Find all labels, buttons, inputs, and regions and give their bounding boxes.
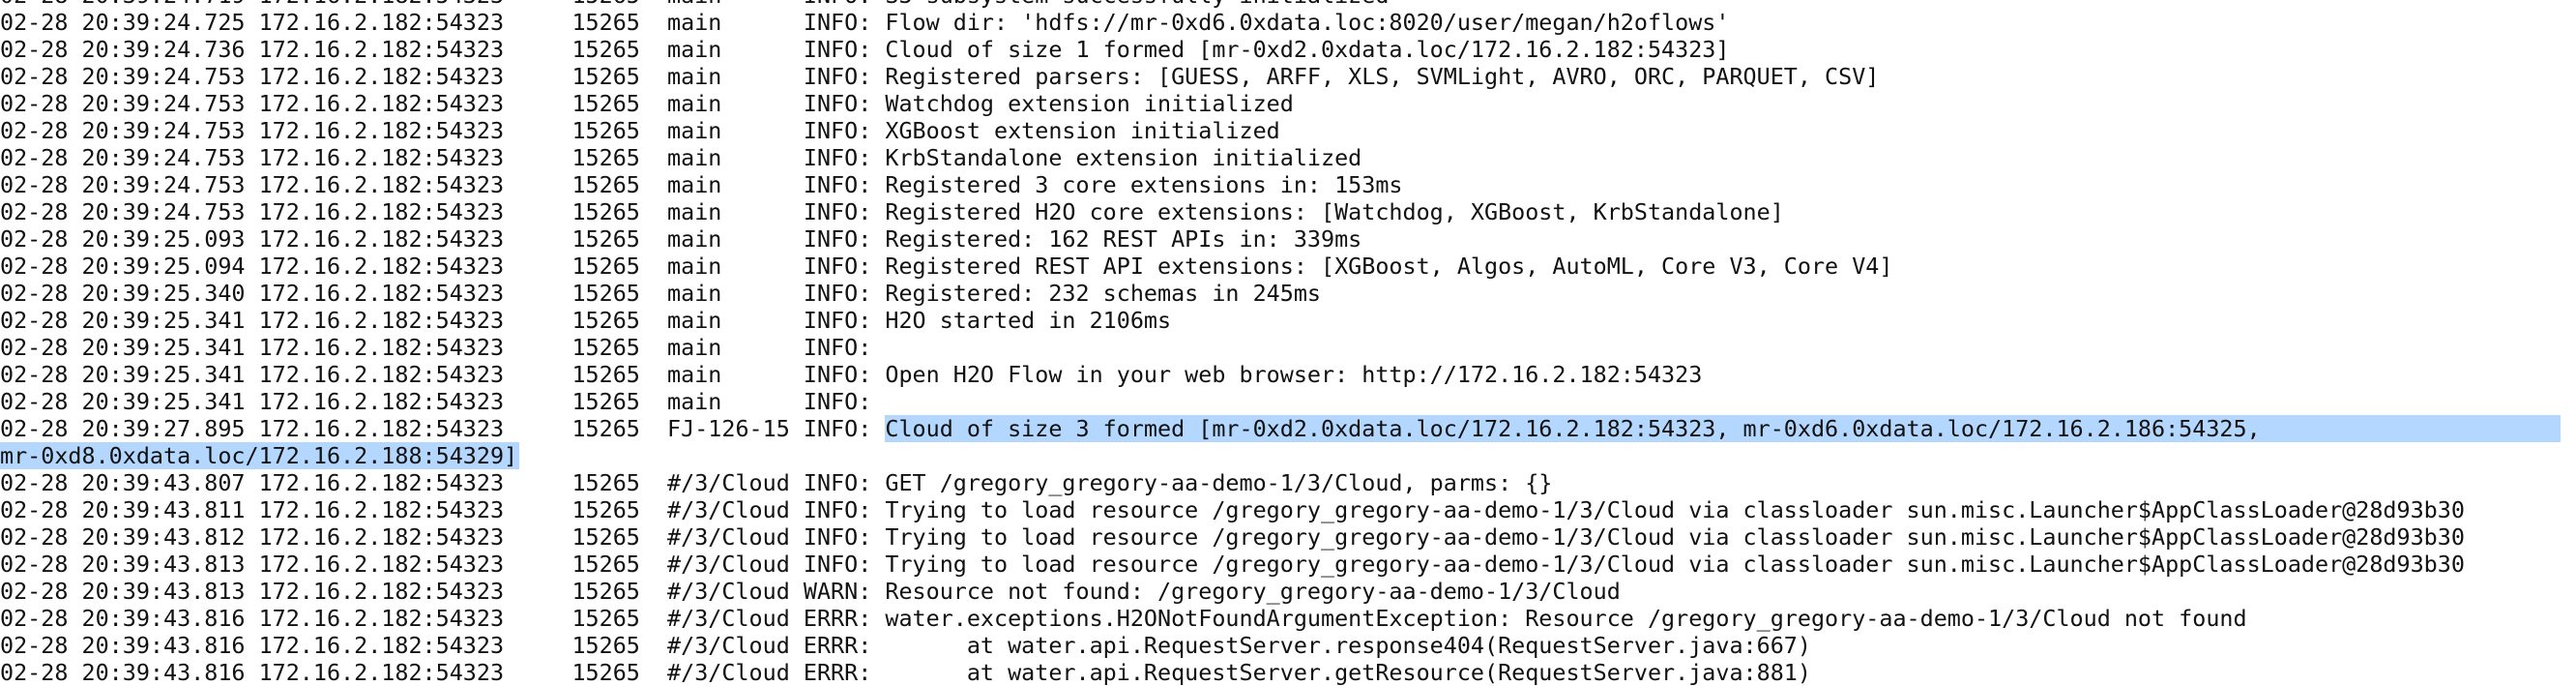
log-line-prefix: 02-28 20:39:27.895 172.16.2.182:54323 15… xyxy=(0,415,886,442)
log-line-prefix: 02-28 20:39:25.341 172.16.2.182:54323 15… xyxy=(0,307,886,334)
log-line-message: Registered parsers: [GUESS, ARFF, XLS, S… xyxy=(885,63,1880,90)
log-line-message: Cloud of size 3 formed [mr-0xd2.0xdata.l… xyxy=(885,415,2561,442)
log-line-message: Registered H2O core extensions: [Watchdo… xyxy=(885,198,1784,225)
log-line-prefix: 02-28 20:39:43.813 172.16.2.182:54323 15… xyxy=(0,551,886,578)
log-line-message: Registered: 232 schemas in 245ms xyxy=(885,280,1321,307)
log-line: 02-28 20:39:24.753 172.16.2.182:54323 15… xyxy=(0,90,2576,117)
log-line: 02-28 20:39:25.094 172.16.2.182:54323 15… xyxy=(0,253,2576,280)
log-line-message: at water.api.RequestServer.getResource(R… xyxy=(885,659,1811,686)
log-line: 02-28 20:39:24.753 172.16.2.182:54323 15… xyxy=(0,198,2576,225)
log-line-prefix: 02-28 20:39:25.341 172.16.2.182:54323 15… xyxy=(0,334,886,361)
log-line-message: mr-0xd8.0xdata.loc/172.16.2.188:54329] xyxy=(0,442,520,469)
log-line-prefix: 02-28 20:39:25.094 172.16.2.182:54323 15… xyxy=(0,253,886,280)
log-line: 02-28 20:39:24.736 172.16.2.182:54323 15… xyxy=(0,36,2576,63)
log-line-message: KrbStandalone extension initialized xyxy=(885,144,1362,171)
log-line: 02-28 20:39:43.813 172.16.2.182:54323 15… xyxy=(0,578,2576,605)
log-line: 02-28 20:39:43.807 172.16.2.182:54323 15… xyxy=(0,469,2576,496)
log-line-message: Trying to load resource /gregory_gregory… xyxy=(885,551,2465,578)
log-line-message: Watchdog extension initialized xyxy=(885,90,1294,117)
log-line: 02-28 20:39:43.811 172.16.2.182:54323 15… xyxy=(0,496,2576,523)
log-line-prefix: 02-28 20:39:43.816 172.16.2.182:54323 15… xyxy=(0,632,886,659)
log-line: 02-28 20:39:24.753 172.16.2.182:54323 15… xyxy=(0,63,2576,90)
log-line: 02-28 20:39:25.341 172.16.2.182:54323 15… xyxy=(0,361,2576,388)
log-line-message: Registered REST API extensions: [XGBoost… xyxy=(885,253,1893,280)
log-line-prefix: 02-28 20:39:43.812 172.16.2.182:54323 15… xyxy=(0,523,886,551)
log-line-message: H2O started in 2106ms xyxy=(885,307,1172,334)
log-line-message: XGBoost extension initialized xyxy=(885,117,1280,144)
log-line: 02-28 20:39:24.725 172.16.2.182:54323 15… xyxy=(0,9,2576,36)
log-line-prefix: 02-28 20:39:43.816 172.16.2.182:54323 15… xyxy=(0,659,886,686)
log-line: 02-28 20:39:43.812 172.16.2.182:54323 15… xyxy=(0,523,2576,551)
log-line-message: S3 subsystem successfully initialized xyxy=(885,0,1389,9)
log-line: 02-28 20:39:24.753 172.16.2.182:54323 15… xyxy=(0,144,2576,171)
log-line: 02-28 20:39:25.093 172.16.2.182:54323 15… xyxy=(0,225,2576,253)
log-line-message: Open H2O Flow in your web browser: http:… xyxy=(885,361,1703,388)
log-line: 02-28 20:39:25.341 172.16.2.182:54323 15… xyxy=(0,307,2576,334)
log-line: 02-28 20:39:24.719 172.16.2.182:54323 15… xyxy=(0,0,2576,9)
log-line-prefix: 02-28 20:39:24.753 172.16.2.182:54323 15… xyxy=(0,171,886,198)
log-line: 02-28 20:39:43.813 172.16.2.182:54323 15… xyxy=(0,551,2576,578)
log-line: 02-28 20:39:25.341 172.16.2.182:54323 15… xyxy=(0,388,2576,415)
log-line-message: Registered 3 core extensions in: 153ms xyxy=(885,171,1403,198)
log-line-message: Trying to load resource /gregory_gregory… xyxy=(885,523,2465,551)
log-line-prefix: 02-28 20:39:24.736 172.16.2.182:54323 15… xyxy=(0,36,886,63)
log-line-message: GET /gregory_gregory-aa-demo-1/3/Cloud, … xyxy=(885,469,1553,496)
log-line-prefix: 02-28 20:39:24.719 172.16.2.182:54323 15… xyxy=(0,0,885,9)
log-line-prefix: 02-28 20:39:25.341 172.16.2.182:54323 15… xyxy=(0,388,886,415)
log-line-prefix: 02-28 20:39:25.340 172.16.2.182:54323 15… xyxy=(0,280,886,307)
log-line-message: Registered: 162 REST APIs in: 339ms xyxy=(885,225,1362,253)
log-line: 02-28 20:39:24.753 172.16.2.182:54323 15… xyxy=(0,117,2576,144)
log-line-prefix: 02-28 20:39:43.813 172.16.2.182:54323 15… xyxy=(0,578,886,605)
log-line-prefix: 02-28 20:39:24.753 172.16.2.182:54323 15… xyxy=(0,198,886,225)
log-line-prefix: 02-28 20:39:24.753 172.16.2.182:54323 15… xyxy=(0,63,886,90)
log-line: 02-28 20:39:24.753 172.16.2.182:54323 15… xyxy=(0,171,2576,198)
log-line-prefix: 02-28 20:39:24.753 172.16.2.182:54323 15… xyxy=(0,144,886,171)
log-line: 02-28 20:39:43.816 172.16.2.182:54323 15… xyxy=(0,605,2576,632)
log-line-message: Trying to load resource /gregory_gregory… xyxy=(885,496,2465,523)
log-line-prefix: 02-28 20:39:24.753 172.16.2.182:54323 15… xyxy=(0,117,886,144)
log-line-message: Flow dir: 'hdfs://mr-0xd6.0xdata.loc:802… xyxy=(885,9,1730,36)
log-line-selected: 02-28 20:39:27.895 172.16.2.182:54323 15… xyxy=(0,415,2576,442)
terminal-log-view[interactable]: 02-28 20:39:24.719 172.16.2.182:54323 15… xyxy=(0,0,2576,686)
log-line-prefix: 02-28 20:39:25.093 172.16.2.182:54323 15… xyxy=(0,225,886,253)
log-line-prefix: 02-28 20:39:43.807 172.16.2.182:54323 15… xyxy=(0,469,886,496)
log-line-prefix: 02-28 20:39:24.753 172.16.2.182:54323 15… xyxy=(0,90,886,117)
log-line: 02-28 20:39:25.341 172.16.2.182:54323 15… xyxy=(0,334,2576,361)
log-line-message: Cloud of size 1 formed [mr-0xd2.0xdata.l… xyxy=(885,36,1730,63)
log-line-prefix: 02-28 20:39:43.816 172.16.2.182:54323 15… xyxy=(0,605,886,632)
log-line-prefix: 02-28 20:39:43.811 172.16.2.182:54323 15… xyxy=(0,496,886,523)
log-line-message: water.exceptions.H2ONotFoundArgumentExce… xyxy=(885,605,2247,632)
log-line-message: at water.api.RequestServer.response404(R… xyxy=(885,632,1811,659)
log-line-message: Resource not found: /gregory_gregory-aa-… xyxy=(885,578,1621,605)
log-line: 02-28 20:39:43.816 172.16.2.182:54323 15… xyxy=(0,632,2576,659)
log-line: 02-28 20:39:25.340 172.16.2.182:54323 15… xyxy=(0,280,2576,307)
log-line-prefix: 02-28 20:39:25.341 172.16.2.182:54323 15… xyxy=(0,361,886,388)
log-line-selected: mr-0xd8.0xdata.loc/172.16.2.188:54329] xyxy=(0,442,2576,469)
log-line-prefix: 02-28 20:39:24.725 172.16.2.182:54323 15… xyxy=(0,9,886,36)
log-line: 02-28 20:39:43.816 172.16.2.182:54323 15… xyxy=(0,659,2576,686)
